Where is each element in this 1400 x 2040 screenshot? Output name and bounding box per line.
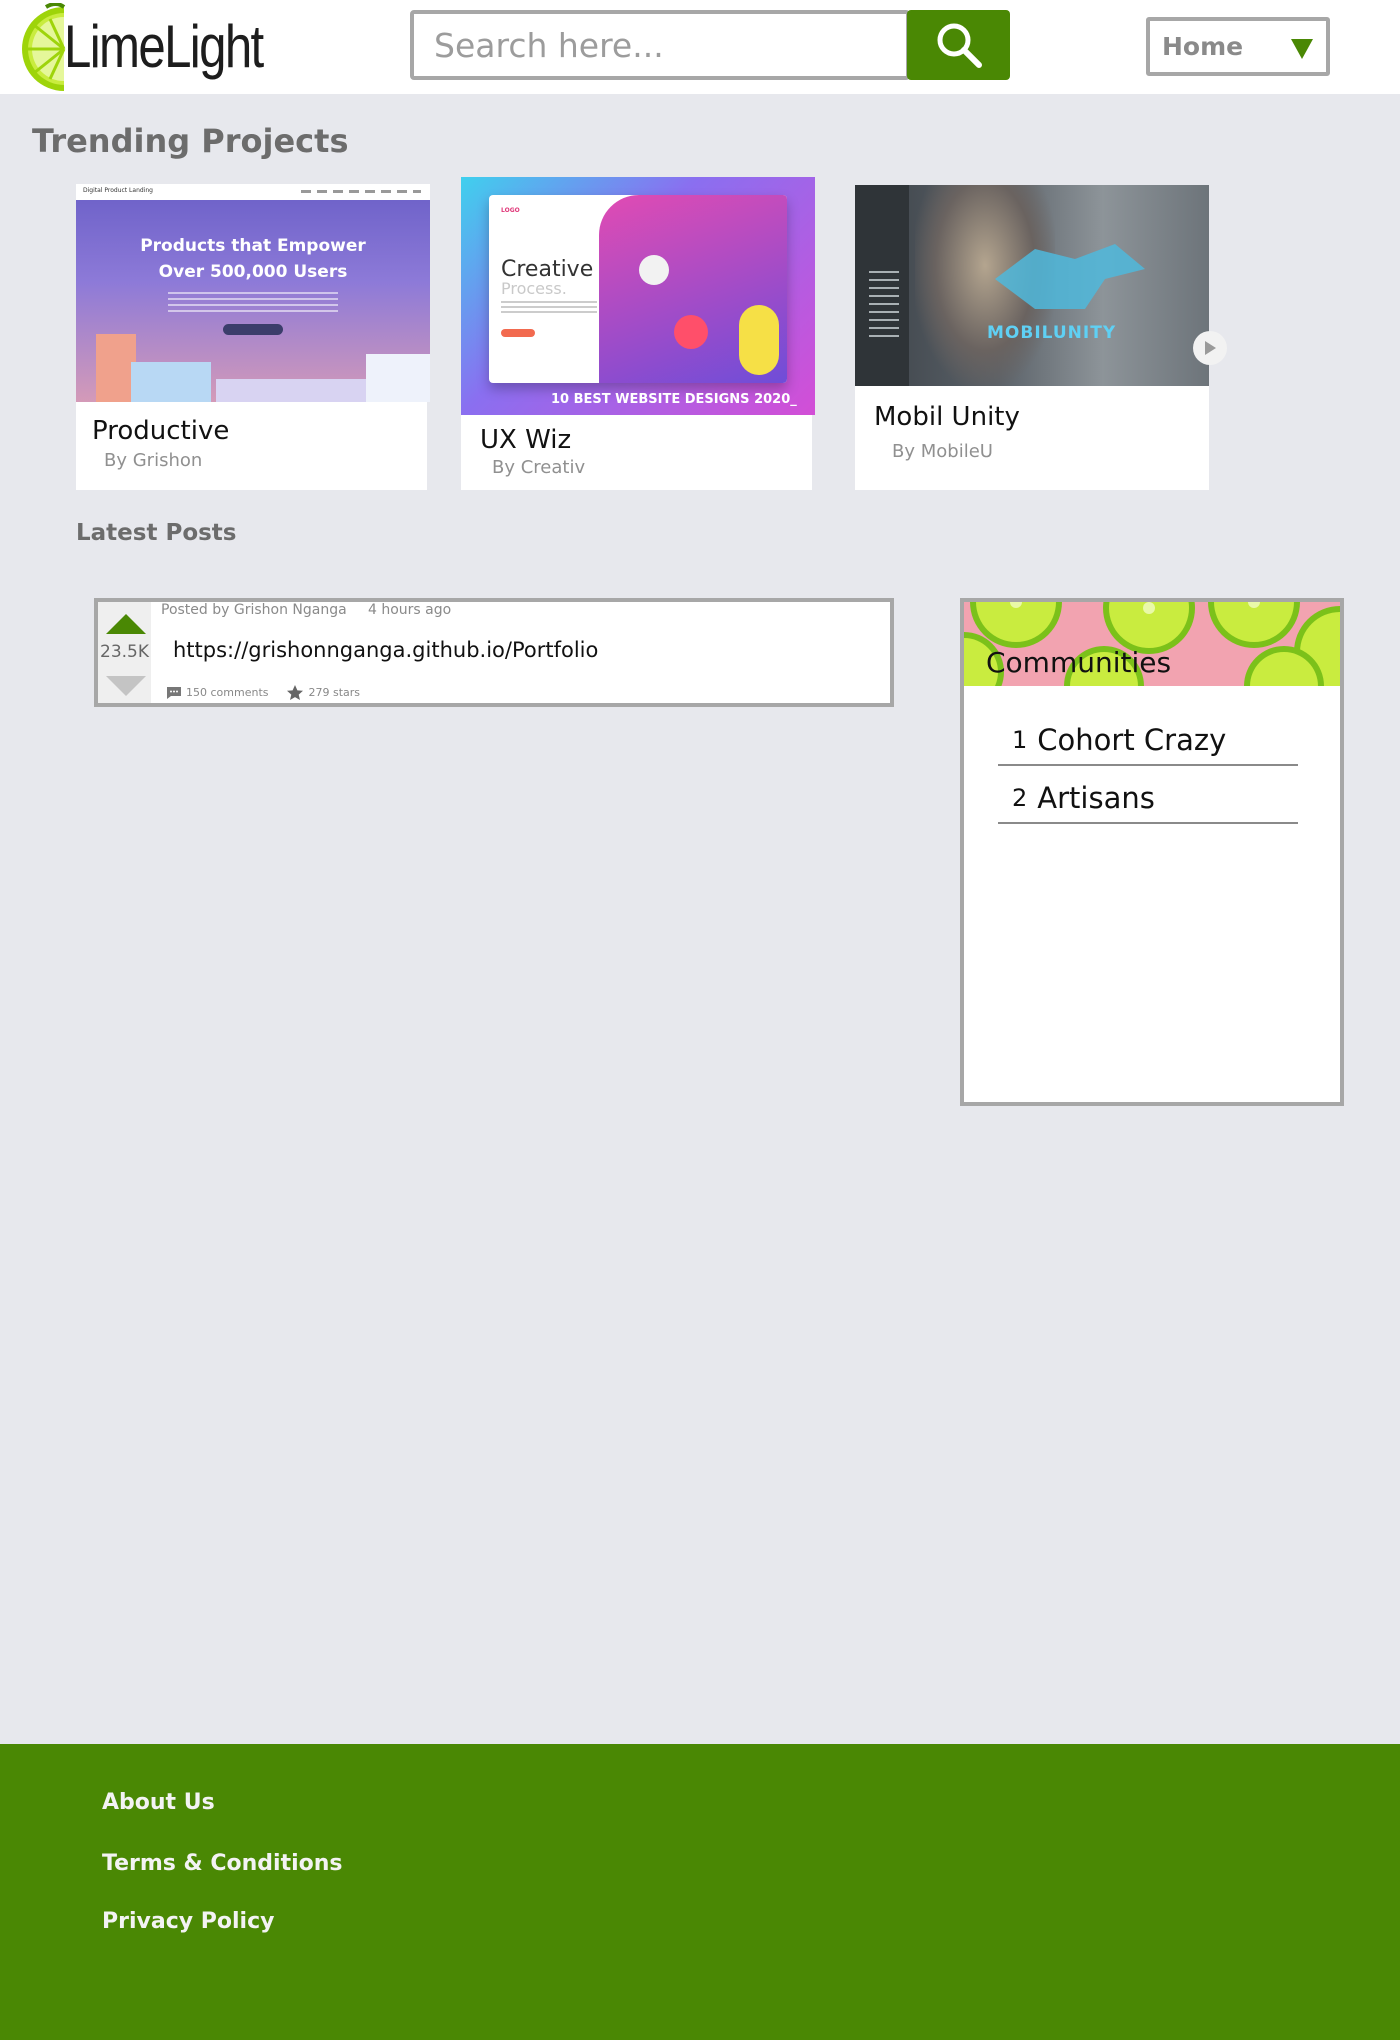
dropdown-arrow-icon — [1291, 39, 1313, 59]
downvote-icon[interactable] — [106, 676, 146, 696]
thumb-logo: LOGO — [501, 207, 520, 214]
carousel-next-button[interactable] — [1193, 331, 1227, 365]
logo-text: LimeLight — [64, 13, 264, 80]
project-card[interactable]: Digital Product Landing Products that Em… — [76, 184, 430, 490]
nav-select[interactable]: Home — [1146, 17, 1330, 76]
community-name[interactable]: Artisans — [1037, 781, 1155, 815]
star-icon[interactable] — [286, 684, 304, 701]
search-input[interactable] — [414, 14, 906, 76]
post-card[interactable]: 23.5K Posted by Grishon Nganga 4 hours a… — [94, 598, 894, 707]
whale-illustration — [995, 244, 1145, 309]
trending-title: Trending Projects — [32, 122, 349, 160]
project-title: Productive — [92, 416, 230, 446]
upvote-icon[interactable] — [106, 614, 146, 634]
project-author: By MobileU — [892, 441, 993, 462]
project-card[interactable]: LOGO Creative Process. 10 BEST WEBSITE D… — [461, 177, 815, 490]
footer: About Us Terms & Conditions Privacy Poli… — [0, 1744, 1400, 2040]
star-count[interactable]: 279 stars — [308, 686, 360, 699]
thumb-caption: 10 BEST WEBSITE DESIGNS 2020_ — [551, 392, 797, 407]
project-author: By Grishon — [104, 450, 203, 471]
logo[interactable]: LimeLight — [12, 0, 306, 94]
project-thumbnail: LOGO Creative Process. 10 BEST WEBSITE D… — [461, 177, 815, 415]
post-footer: 150 comments 279 stars — [166, 684, 360, 701]
vote-count: 23.5K — [100, 642, 149, 662]
thumb-body-lines — [168, 292, 338, 314]
project-title: UX Wiz — [480, 425, 572, 455]
project-card[interactable]: MOBILUNITY Mobil Unity By MobileU — [855, 185, 1227, 490]
community-name[interactable]: Cohort Crazy — [1037, 723, 1226, 757]
communities-banner: Communities — [964, 602, 1340, 686]
thumb-headline-1: Products that Empower — [140, 236, 366, 256]
thumb-illustration — [96, 334, 136, 402]
thumb-cta — [223, 324, 283, 335]
latest-posts-title: Latest Posts — [76, 520, 237, 546]
comment-count[interactable]: 150 comments — [186, 686, 268, 699]
community-item[interactable]: 2 Artisans — [998, 774, 1298, 824]
communities-panel: Communities 1 Cohort Crazy 2 Artisans — [960, 598, 1344, 1106]
footer-link-privacy[interactable]: Privacy Policy — [102, 1909, 274, 1934]
play-arrow-icon — [1205, 341, 1216, 355]
post-link[interactable]: https://grishonnganga.github.io/Portfoli… — [173, 638, 598, 662]
community-rank: 1 — [1012, 726, 1028, 754]
project-title: Mobil Unity — [874, 402, 1020, 432]
footer-link-terms[interactable]: Terms & Conditions — [102, 1851, 343, 1876]
thumb-brand: Digital Product Landing — [83, 187, 153, 194]
thumb-subheading: Process. — [501, 279, 567, 298]
top-bar: LimeLight Home — [0, 0, 1400, 94]
project-author: By Creativ — [492, 457, 586, 478]
project-thumbnail: MOBILUNITY — [855, 185, 1209, 386]
search-icon — [937, 23, 982, 68]
vote-column: 23.5K — [98, 602, 151, 703]
lime-logo-icon — [22, 3, 66, 91]
nav-select-value: Home — [1162, 32, 1244, 61]
comment-icon[interactable] — [166, 686, 182, 700]
communities-title: Communities — [986, 646, 1172, 679]
thumb-headline-2: Over 500,000 Users — [158, 262, 348, 282]
thumb-nav — [301, 190, 421, 193]
community-rank: 2 — [1012, 784, 1028, 812]
project-thumbnail: Digital Product Landing Products that Em… — [76, 184, 430, 402]
search-button[interactable] — [907, 10, 1010, 80]
thumb-brand: MOBILUNITY — [987, 323, 1117, 343]
post-time: 4 hours ago — [368, 602, 452, 618]
community-item[interactable]: 1 Cohort Crazy — [998, 716, 1298, 766]
post-author: Posted by Grishon Nganga — [161, 602, 347, 618]
search-box — [410, 10, 910, 80]
footer-link-about[interactable]: About Us — [102, 1790, 215, 1815]
